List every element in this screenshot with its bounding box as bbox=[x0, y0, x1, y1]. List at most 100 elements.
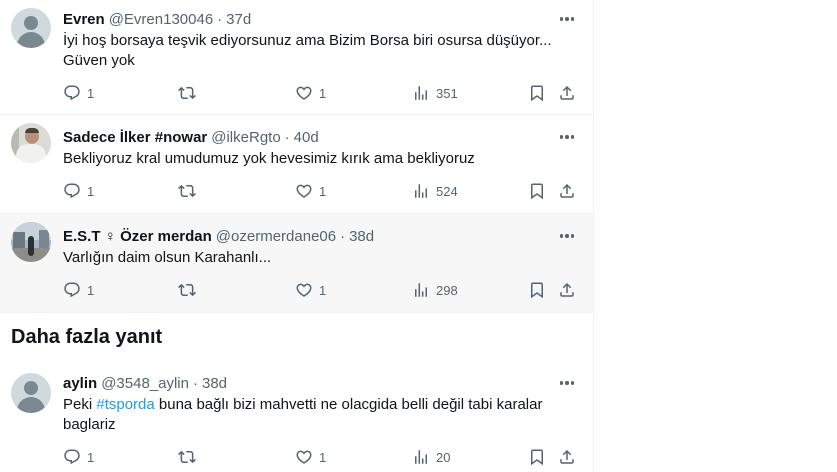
views-button[interactable]: 524 bbox=[412, 181, 458, 201]
like-button[interactable]: 1 bbox=[295, 447, 326, 467]
more-icon[interactable] bbox=[556, 226, 578, 246]
author-handle[interactable]: @ozermerdane06 bbox=[216, 228, 336, 245]
author-handle[interactable]: @Evren130046 bbox=[109, 11, 213, 28]
more-icon[interactable] bbox=[556, 9, 578, 29]
views-icon bbox=[415, 283, 427, 297]
retweet-icon bbox=[178, 86, 196, 100]
retweet-button[interactable] bbox=[178, 447, 196, 467]
more-icon[interactable] bbox=[556, 127, 578, 147]
tweet-header: Sadece İlker #nowar @ilkeRgto · 40d bbox=[63, 127, 319, 147]
tweet-timestamp[interactable]: 40d bbox=[294, 129, 319, 146]
tweet-actions: 1 1 20 bbox=[63, 447, 583, 467]
tweet-header: E.S.T ♀ Özer merdan @ozermerdane06 · 38d bbox=[63, 226, 374, 246]
bookmark-button[interactable] bbox=[528, 447, 546, 467]
views-button[interactable]: 351 bbox=[412, 83, 458, 103]
like-button[interactable]: 1 bbox=[295, 181, 326, 201]
avatar[interactable] bbox=[11, 123, 51, 163]
retweet-button[interactable] bbox=[178, 280, 196, 300]
views-icon bbox=[415, 86, 427, 100]
more-icon[interactable] bbox=[556, 373, 578, 393]
tweet-actions: 1 1 351 bbox=[63, 83, 583, 103]
bookmark-icon bbox=[531, 449, 543, 466]
reply-button[interactable]: 1 bbox=[63, 447, 94, 467]
view-count: 351 bbox=[436, 85, 458, 101]
reply-timeline: Evren @Evren130046 · 37d İyi hoş borsaya… bbox=[0, 0, 594, 472]
retweet-button[interactable] bbox=[178, 83, 196, 103]
reply-count: 1 bbox=[87, 449, 95, 465]
views-button[interactable]: 298 bbox=[412, 280, 458, 300]
bookmark-icon bbox=[531, 282, 543, 299]
share-button[interactable] bbox=[558, 181, 576, 201]
bookmark-button[interactable] bbox=[528, 181, 546, 201]
separator-dot: · bbox=[284, 128, 290, 146]
retweet-icon bbox=[178, 283, 196, 297]
tweet-timestamp[interactable]: 37d bbox=[226, 11, 251, 28]
tweet-text: İyi hoş borsaya teşvik ediyorsunuz ama B… bbox=[63, 32, 552, 69]
like-count: 1 bbox=[319, 282, 327, 298]
separator-dot: · bbox=[340, 227, 346, 245]
share-button[interactable] bbox=[558, 447, 576, 467]
author-name[interactable]: Sadece İlker #nowar bbox=[63, 129, 207, 146]
author-handle[interactable]: @ilkeRgto bbox=[211, 129, 280, 146]
reply-icon bbox=[64, 449, 80, 465]
reply-icon bbox=[64, 183, 80, 199]
tweet-text: Bekliyoruz kral umudumuz yok hevesimiz k… bbox=[63, 150, 475, 167]
like-count: 1 bbox=[319, 449, 327, 465]
tweet-actions: 1 1 298 bbox=[63, 280, 583, 300]
retweet-icon bbox=[178, 184, 196, 198]
avatar[interactable] bbox=[11, 8, 51, 48]
separator-dot: · bbox=[192, 374, 198, 392]
tweet-text: Peki #tsporda buna bağlı bizi mahvetti n… bbox=[63, 395, 573, 435]
tweet-reply[interactable]: aylin @3548_aylin · 38d Peki #tsporda bu… bbox=[0, 362, 593, 472]
reply-button[interactable]: 1 bbox=[63, 83, 94, 103]
tweet-header: Evren @Evren130046 · 37d bbox=[63, 9, 251, 29]
retweet-icon bbox=[178, 450, 196, 464]
share-button[interactable] bbox=[558, 83, 576, 103]
hashtag-link[interactable]: #tsporda bbox=[96, 396, 154, 413]
tweet-timestamp[interactable]: 38d bbox=[202, 375, 227, 392]
author-handle[interactable]: @3548_aylin bbox=[101, 375, 189, 392]
like-icon bbox=[296, 184, 312, 198]
reply-button[interactable]: 1 bbox=[63, 280, 94, 300]
reply-count: 1 bbox=[87, 85, 95, 101]
views-icon bbox=[415, 184, 427, 198]
like-button[interactable]: 1 bbox=[295, 280, 326, 300]
view-count: 20 bbox=[436, 449, 451, 465]
like-count: 1 bbox=[319, 85, 327, 101]
share-icon bbox=[560, 282, 574, 297]
bookmark-icon bbox=[531, 183, 543, 200]
avatar[interactable] bbox=[11, 373, 51, 413]
tweet-timestamp[interactable]: 38d bbox=[349, 228, 374, 245]
more-replies-heading: Daha fazla yanıt bbox=[11, 326, 163, 348]
avatar[interactable] bbox=[11, 222, 51, 262]
like-icon bbox=[296, 450, 312, 464]
share-icon bbox=[560, 449, 574, 464]
share-icon bbox=[560, 183, 574, 198]
view-count: 524 bbox=[436, 183, 458, 199]
tweet-text-part: Peki bbox=[63, 396, 97, 413]
author-name[interactable]: E.S.T ♀ Özer merdan bbox=[63, 228, 212, 245]
tweet-reply[interactable]: Sadece İlker #nowar @ilkeRgto · 40d Bekl… bbox=[0, 115, 593, 214]
separator-dot: · bbox=[217, 10, 223, 28]
reply-icon bbox=[64, 282, 80, 298]
share-icon bbox=[560, 85, 574, 100]
tweet-reply[interactable]: E.S.T ♀ Özer merdan @ozermerdane06 · 38d… bbox=[0, 214, 593, 313]
like-icon bbox=[296, 86, 312, 100]
retweet-button[interactable] bbox=[178, 181, 196, 201]
view-count: 298 bbox=[436, 282, 458, 298]
views-button[interactable]: 20 bbox=[412, 447, 450, 467]
reply-icon bbox=[64, 85, 80, 101]
tweet-text: Varlığın daim olsun Karahanlı... bbox=[63, 249, 272, 266]
tweet-reply[interactable]: Evren @Evren130046 · 37d İyi hoş borsaya… bbox=[0, 0, 593, 115]
author-name[interactable]: aylin bbox=[63, 375, 97, 392]
author-name[interactable]: Evren bbox=[63, 11, 105, 28]
bookmark-icon bbox=[531, 85, 543, 102]
bookmark-button[interactable] bbox=[528, 83, 546, 103]
tweet-header: aylin @3548_aylin · 38d bbox=[63, 373, 227, 393]
like-icon bbox=[296, 283, 312, 297]
bookmark-button[interactable] bbox=[528, 280, 546, 300]
reply-count: 1 bbox=[87, 282, 95, 298]
reply-button[interactable]: 1 bbox=[63, 181, 94, 201]
share-button[interactable] bbox=[558, 280, 576, 300]
like-button[interactable]: 1 bbox=[295, 83, 326, 103]
